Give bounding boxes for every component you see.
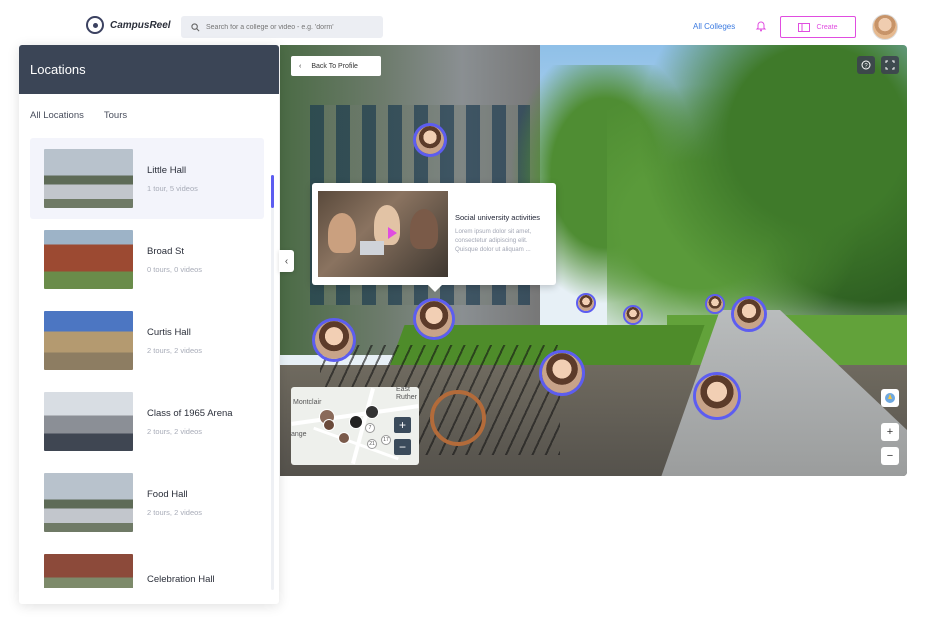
map-route-marker: 17	[381, 435, 391, 445]
search-input[interactable]	[206, 23, 376, 31]
map-marker[interactable]	[323, 419, 335, 431]
video-pin[interactable]	[731, 296, 767, 332]
panorama-view[interactable]: ‹ Back To Profile ? Social university ac…	[280, 45, 907, 476]
video-pin[interactable]	[312, 318, 356, 362]
video-pin[interactable]	[413, 298, 455, 340]
panel-header: Locations	[19, 45, 279, 94]
video-pin[interactable]	[539, 350, 585, 396]
location-thumbnail	[44, 392, 133, 451]
bell-icon[interactable]	[755, 20, 767, 32]
search-icon	[191, 22, 200, 31]
help-icon[interactable]: ?	[857, 56, 875, 74]
location-thumbnail	[44, 149, 133, 208]
location-stats: 1 tour, 5 videos	[147, 183, 198, 193]
logo[interactable]: CampusReel	[86, 16, 171, 34]
list-item[interactable]: Broad St 0 tours, 0 videos	[30, 219, 264, 300]
location-thumbnail	[44, 230, 133, 289]
logo-icon	[86, 16, 104, 34]
list-item[interactable]: Little Hall 1 tour, 5 videos	[30, 138, 264, 219]
zoom-in-button[interactable]: +	[881, 423, 899, 441]
map-label: Montclair	[293, 399, 322, 406]
list-item[interactable]: Food Hall 2 tours, 2 videos	[30, 462, 264, 543]
map-marker[interactable]	[349, 415, 363, 429]
map-marker[interactable]	[365, 405, 379, 419]
video-pin[interactable]	[623, 305, 643, 325]
video-icon	[798, 22, 811, 32]
map-label: East Ruther	[396, 387, 418, 401]
chevron-left-icon: ‹	[284, 255, 289, 267]
tab-tours[interactable]: Tours	[104, 110, 127, 121]
location-name: Celebration Hall	[147, 574, 215, 585]
location-thumbnail	[44, 473, 133, 532]
minimap[interactable]: Montclair East Ruther ange 7 21 17 + −	[291, 387, 419, 465]
map-marker[interactable]	[338, 432, 350, 444]
location-stats: 2 tours, 2 videos	[147, 345, 203, 355]
zoom-out-button[interactable]: −	[881, 447, 899, 465]
bike-wheel	[430, 390, 486, 446]
video-pin[interactable]	[705, 294, 725, 314]
location-name: Broad St	[147, 245, 184, 257]
location-name: Little Hall	[147, 164, 187, 176]
location-name: Food Hall	[147, 488, 188, 500]
location-list[interactable]: Little Hall 1 tour, 5 videos Broad St 0 to…	[30, 138, 264, 588]
logo-text: CampusReel	[110, 19, 171, 31]
location-stats: 2 tours, 2 videos	[147, 426, 203, 436]
location-name: Class of 1965 Arena	[147, 407, 233, 419]
video-title: Social university activities	[455, 213, 541, 222]
search-bar[interactable]	[181, 16, 383, 38]
panel-title: Locations	[30, 62, 86, 77]
tab-all-locations[interactable]: All Locations	[30, 110, 84, 121]
scrollbar[interactable]	[271, 175, 274, 590]
all-colleges-link[interactable]: All Colleges	[693, 22, 735, 31]
video-thumbnail[interactable]	[318, 191, 448, 277]
list-item[interactable]: Class of 1965 Arena 2 tours, 2 videos	[30, 381, 264, 462]
minimap-zoom-in-button[interactable]: +	[394, 417, 411, 433]
panel-tabs: All Locations Tours	[30, 110, 127, 121]
minimap-zoom-out-button[interactable]: −	[394, 439, 411, 455]
list-item[interactable]: Curtis Hall 2 tours, 2 videos	[30, 300, 264, 381]
video-preview-card[interactable]: Social university activities Lorem ipsum…	[312, 183, 556, 292]
location-name: Curtis Hall	[147, 326, 191, 338]
chevron-left-icon: ‹	[299, 62, 302, 70]
map-route-marker: 21	[367, 439, 377, 449]
locations-panel: Locations All Locations Tours Little Hal…	[19, 45, 279, 604]
map-route-marker: 7	[365, 423, 375, 433]
video-pin[interactable]	[693, 372, 741, 420]
avatar[interactable]	[872, 14, 898, 40]
location-stats: 0 tours, 0 videos	[147, 264, 203, 274]
back-to-profile-button[interactable]: ‹ Back To Profile	[291, 56, 381, 76]
compass-icon[interactable]	[881, 389, 899, 407]
video-pin[interactable]	[413, 123, 447, 157]
map-label: ange	[291, 431, 307, 438]
play-icon[interactable]	[388, 227, 397, 239]
fullscreen-icon[interactable]	[881, 56, 899, 74]
location-thumbnail	[44, 311, 133, 370]
video-description: Lorem ipsum dolor sit amet, consectetur …	[455, 228, 532, 253]
scrollbar-thumb[interactable]	[271, 175, 274, 208]
create-button[interactable]: Create	[780, 16, 856, 38]
collapse-panel-button[interactable]: ‹	[279, 250, 294, 272]
video-pin[interactable]	[576, 293, 596, 313]
create-label: Create	[816, 23, 838, 31]
list-item[interactable]: Celebration Hall	[30, 543, 264, 588]
location-stats: 2 tours, 2 videos	[147, 507, 203, 517]
location-thumbnail	[44, 554, 133, 588]
back-label: Back To Profile	[311, 62, 358, 70]
